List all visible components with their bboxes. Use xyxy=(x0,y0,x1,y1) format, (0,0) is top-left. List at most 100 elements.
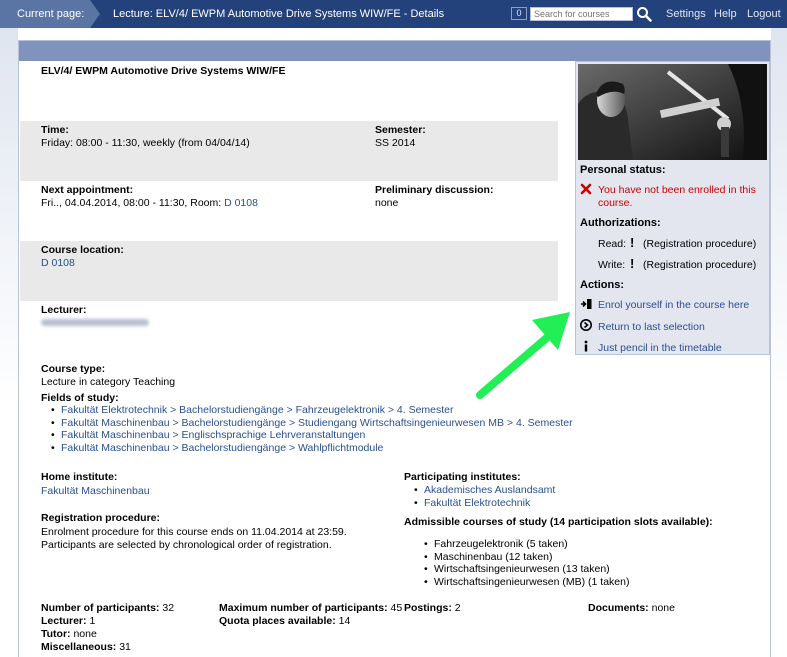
list-item: Fakultät Elektrotechnik xyxy=(412,497,555,510)
current-page-crumb: Current page: xyxy=(0,0,100,28)
course-name-row: ELV/4/ EWPM Automotive Drive Systems WIW… xyxy=(20,61,558,121)
search-icon[interactable] xyxy=(636,6,652,22)
registration-line-2: Participants are selected by chronologic… xyxy=(41,539,332,551)
fields-list: Fakultät Elektrotechnik > Bachelorstudie… xyxy=(49,404,573,454)
fields-label: Fields of study: xyxy=(41,392,119,404)
course-details-panel: ELV/4/ EWPM Automotive Drive Systems WIW… xyxy=(18,40,771,657)
misc-stat: Miscellaneous: 31 xyxy=(41,641,131,653)
current-page-label: Current page: xyxy=(17,8,85,20)
time-label: Time: xyxy=(41,124,69,136)
info-sidebar: Personal status: You have not been enrol… xyxy=(575,61,770,355)
settings-link[interactable]: Settings xyxy=(666,8,706,20)
field-link-1[interactable]: Fakultät Elektrotechnik > Bachelorstudie… xyxy=(61,404,454,416)
read-value: (Registration procedure) xyxy=(643,238,757,250)
list-item: Maschinenbau (12 taken) xyxy=(422,551,630,564)
quota-label: Quota places available: xyxy=(219,615,336,627)
preliminary-label: Preliminary discussion: xyxy=(375,184,494,196)
registration-line-1: Enrolment procedure for this course ends… xyxy=(41,526,347,538)
right-page-shade xyxy=(771,28,787,657)
participating-institutes-label: Participating institutes: xyxy=(404,471,521,483)
lecturer-label: Lecturer: xyxy=(41,304,87,316)
list-item: Wirtschaftsingenieurwesen (13 taken) xyxy=(422,563,630,576)
lecturer-count-value: 1 xyxy=(89,615,96,627)
time-row: Time: Friday: 08:00 - 11:30, weekly (fro… xyxy=(20,121,558,181)
top-navigation-bar: Current page: Lecture: ELV/4/ EWPM Autom… xyxy=(0,0,787,28)
semester-value: SS 2014 xyxy=(375,137,416,149)
institute-link-2[interactable]: Fakultät Elektrotechnik xyxy=(424,497,530,509)
write-exclamation-icon: ! xyxy=(630,256,635,271)
course-type-label: Course type: xyxy=(41,363,106,375)
write-value: (Registration procedure) xyxy=(643,259,757,271)
list-item: Wirtschaftsingenieurwesen (MB) (1 taken) xyxy=(422,576,630,589)
course-type-value: Lecture in category Teaching xyxy=(41,376,176,388)
tutor-label: Tutor: xyxy=(41,628,71,640)
participants-stat: Number of participants: 32 xyxy=(41,602,174,614)
authorizations-heading: Authorizations: xyxy=(580,217,661,229)
postings-stat: Postings: 2 xyxy=(404,602,461,614)
quota-stat: Quota places available: 14 xyxy=(219,615,350,627)
list-item: Fakultät Maschinenbau > Bachelorstudieng… xyxy=(49,417,573,430)
search-input[interactable] xyxy=(530,7,633,21)
notification-badge[interactable]: 0 xyxy=(511,7,527,20)
not-enrolled-line-1: You have not been enrolled in this xyxy=(598,184,756,196)
home-institute-link[interactable]: Fakultät Maschinenbau xyxy=(41,485,150,497)
page-title: Lecture: ELV/4/ EWPM Automotive Drive Sy… xyxy=(113,8,445,20)
misc-value: 31 xyxy=(119,641,131,653)
misc-label: Miscellaneous: xyxy=(41,641,117,653)
field-link-3[interactable]: Fakultät Maschinenbau > Englischsprachig… xyxy=(61,429,365,441)
preliminary-value: none xyxy=(375,197,399,209)
enrol-link[interactable]: Enrol yourself in the course here xyxy=(598,299,749,311)
documents-value: none xyxy=(651,602,675,614)
return-link[interactable]: Return to last selection xyxy=(598,321,705,333)
participants-label: Number of participants: xyxy=(41,602,160,614)
postings-label: Postings: xyxy=(404,602,452,614)
documents-stat: Documents: none xyxy=(588,602,675,614)
lecturer-count-label: Lecturer: xyxy=(41,615,87,627)
green-arrow-annotation-icon xyxy=(476,312,570,399)
institute-link-1[interactable]: Akademisches Auslandsamt xyxy=(424,484,555,496)
personal-status-heading: Personal status: xyxy=(580,164,666,176)
left-page-shade xyxy=(0,28,18,657)
time-value: Friday: 08:00 - 11:30, weekly (from 04/0… xyxy=(41,137,250,149)
error-x-icon xyxy=(580,183,592,195)
next-appointment-text: Fri.., 04.04.2014, 08:00 - 11:30, Room: xyxy=(41,197,222,209)
location-label: Course location: xyxy=(41,244,124,256)
home-institute-label: Home institute: xyxy=(41,471,118,483)
tutor-value: none xyxy=(73,628,97,640)
admissible-list: Fahrzeugelektronik (5 taken) Maschinenba… xyxy=(422,538,630,588)
location-link[interactable]: D 0108 xyxy=(41,257,75,269)
next-appointment-value: Fri.., 04.04.2014, 08:00 - 11:30, Room: … xyxy=(41,197,258,209)
semester-label: Semester: xyxy=(375,124,426,136)
max-participants-stat: Maximum number of participants: 45 xyxy=(219,602,402,614)
read-label: Read: xyxy=(598,238,627,250)
max-participants-label: Maximum number of participants: xyxy=(219,602,388,614)
write-label: Write: xyxy=(598,259,626,271)
read-exclamation-icon: ! xyxy=(630,235,635,250)
help-link[interactable]: Help xyxy=(714,8,737,20)
course-photo xyxy=(578,64,767,160)
pencil-timetable-link[interactable]: Just pencil in the timetable xyxy=(598,342,722,354)
participating-institutes-list: Akademisches Auslandsamt Fakultät Elektr… xyxy=(412,484,555,509)
actions-heading: Actions: xyxy=(580,279,624,291)
postings-value: 2 xyxy=(454,602,461,614)
participants-value: 32 xyxy=(162,602,175,614)
list-item: Fakultät Maschinenbau > Bachelorstudieng… xyxy=(49,442,573,455)
list-item: Fahrzeugelektronik (5 taken) xyxy=(422,538,630,551)
admissible-label: Admissible courses of study (14 particip… xyxy=(404,516,713,528)
max-participants-value: 45 xyxy=(390,602,403,614)
room-link[interactable]: D 0108 xyxy=(224,197,258,209)
list-item: Akademisches Auslandsamt xyxy=(412,484,555,497)
quota-value: 14 xyxy=(338,615,351,627)
not-enrolled-line-2: course. xyxy=(598,197,633,209)
panel-header-bar xyxy=(19,41,770,61)
logout-link[interactable]: Logout xyxy=(747,8,781,20)
registration-label: Registration procedure: xyxy=(41,512,161,524)
course-name: ELV/4/ EWPM Automotive Drive Systems WIW… xyxy=(41,65,286,77)
documents-label: Documents: xyxy=(588,602,649,614)
tutor-stat: Tutor: none xyxy=(41,628,97,640)
field-link-4[interactable]: Fakultät Maschinenbau > Bachelorstudieng… xyxy=(61,442,383,454)
field-link-2[interactable]: Fakultät Maschinenbau > Bachelorstudieng… xyxy=(61,417,573,429)
next-appointment-label: Next appointment: xyxy=(41,184,134,196)
lecturer-name-blurred xyxy=(41,319,149,326)
appointment-row: Next appointment: Fri.., 04.04.2014, 08:… xyxy=(20,181,558,241)
